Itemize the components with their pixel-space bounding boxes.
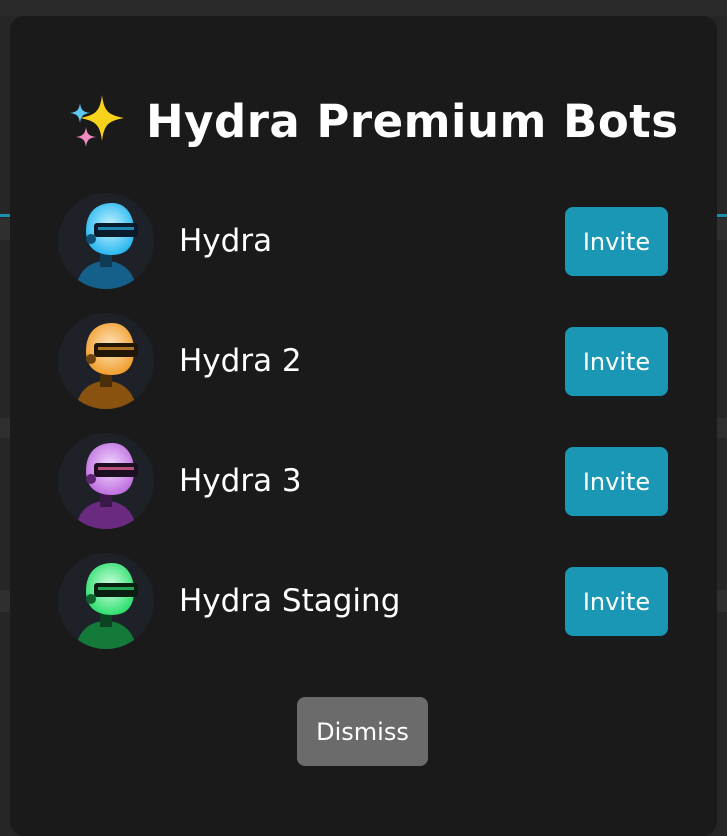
- invite-button-hydra-staging[interactable]: Invite: [565, 567, 668, 636]
- bot-name: Hydra 3: [179, 463, 302, 499]
- sparkles-icon: [70, 95, 124, 147]
- bot-name: Hydra Staging: [179, 583, 401, 619]
- list-item: Hydra Staging Invite: [58, 551, 668, 651]
- background-row: [0, 418, 10, 438]
- bot-name: Hydra 2: [179, 343, 302, 379]
- robot-avatar-icon: [76, 563, 138, 649]
- invite-button-hydra[interactable]: Invite: [565, 207, 668, 276]
- invite-button-hydra-2[interactable]: Invite: [565, 327, 668, 396]
- avatar: [58, 193, 154, 289]
- modal-title: Hydra Premium Bots: [146, 94, 679, 148]
- robot-avatar-icon: [76, 443, 138, 529]
- avatar: [58, 313, 154, 409]
- avatar: [58, 553, 154, 649]
- modal-header: Hydra Premium Bots: [66, 86, 679, 156]
- background-row: [717, 418, 727, 438]
- premium-bots-modal: Hydra Premium Bots Hydra Invite Hydra 2 …: [10, 16, 717, 836]
- avatar: [58, 433, 154, 529]
- background-row: [717, 590, 727, 612]
- robot-avatar-icon: [76, 323, 138, 409]
- background-panel: [0, 0, 727, 16]
- background-row: [0, 590, 10, 612]
- list-item: Hydra 3 Invite: [58, 431, 668, 531]
- background-row: [0, 218, 10, 240]
- background-row: [717, 218, 727, 240]
- bot-name: Hydra: [179, 223, 273, 259]
- list-item: Hydra Invite: [58, 191, 668, 291]
- robot-avatar-icon: [76, 203, 138, 289]
- list-item: Hydra 2 Invite: [58, 311, 668, 411]
- invite-button-hydra-3[interactable]: Invite: [565, 447, 668, 516]
- dismiss-button[interactable]: Dismiss: [297, 697, 428, 766]
